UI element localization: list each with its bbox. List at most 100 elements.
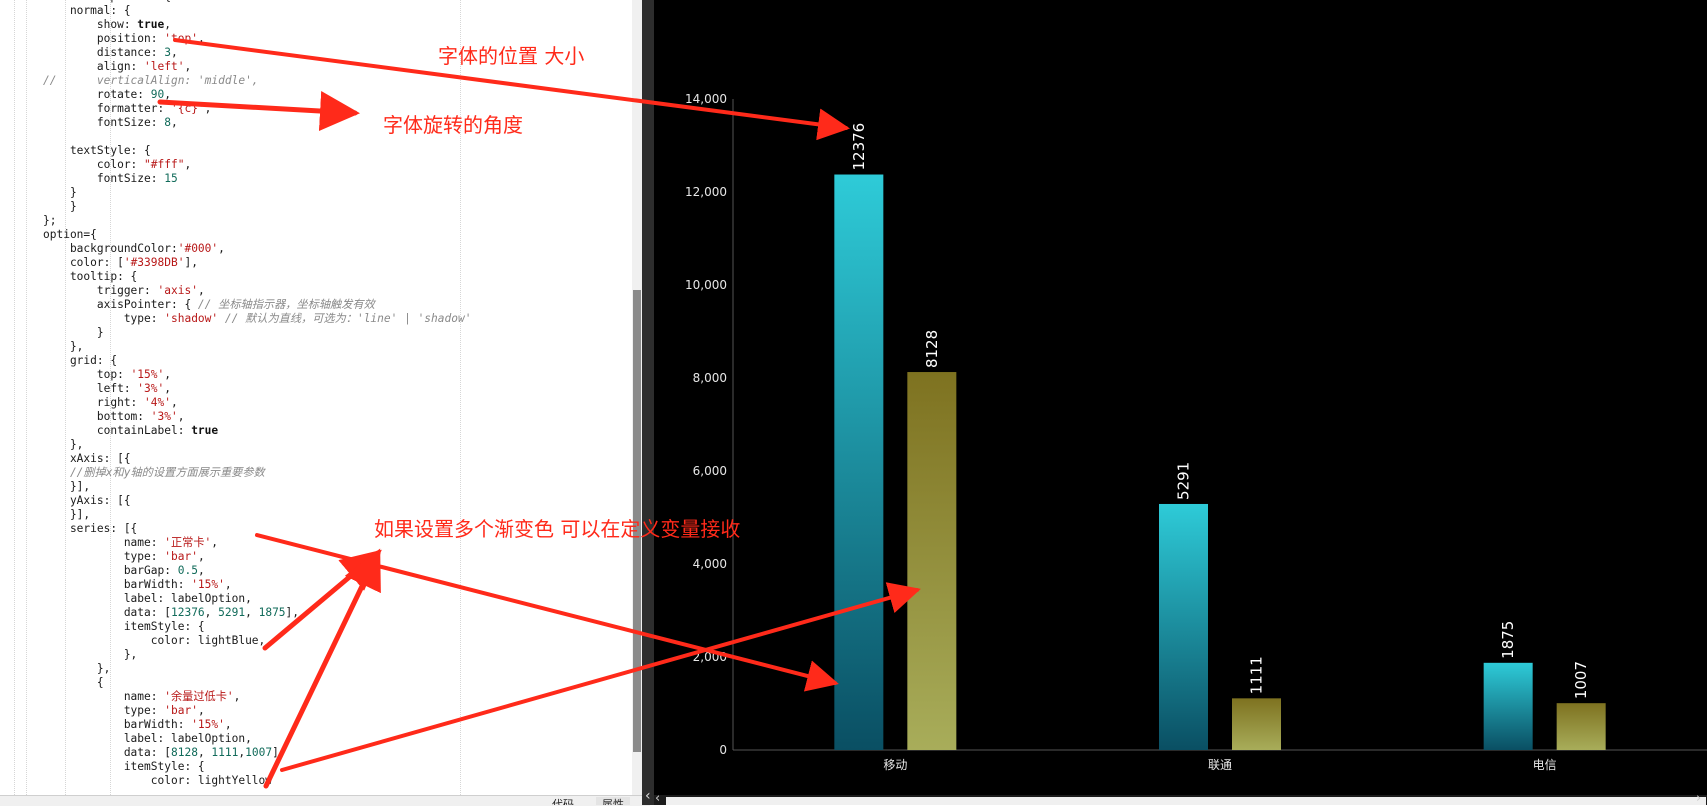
code-token: , <box>218 242 225 255</box>
code-line: top: '15%', <box>43 368 471 382</box>
editor-vertical-scrollbar[interactable] <box>632 0 642 795</box>
code-token: ], <box>272 746 286 759</box>
code-token: type: <box>43 550 165 563</box>
x-category-label: 电信 <box>1533 758 1557 772</box>
annotation-rotate-note: 字体旋转的角度 <box>383 113 523 137</box>
pane-divider[interactable] <box>642 0 654 805</box>
code-token: true <box>191 424 219 437</box>
code-token: // 坐标轴指示器，坐标轴触发有效 <box>197 298 375 311</box>
code-line: itemStyle: { <box>43 760 471 774</box>
code-token: position: <box>43 32 165 45</box>
code-token: 3 <box>164 46 171 59</box>
code-line: trigger: 'axis', <box>43 284 471 298</box>
code-token: yAxis: [{ <box>43 494 131 507</box>
code-token: itemStyle: { <box>43 620 205 633</box>
y-tick-label: 4,000 <box>693 557 727 571</box>
code-token: 0.5 <box>177 564 198 577</box>
code-line: textStyle: { <box>43 144 471 158</box>
code-token: textStyle: { <box>43 144 151 157</box>
code-token: 'bar' <box>164 704 198 717</box>
code-token: , <box>197 284 205 297</box>
code-token: '15%' <box>191 578 225 591</box>
code-line: show: true, <box>43 18 471 32</box>
code-token: 'left' <box>144 60 185 73</box>
chevron-left-icon[interactable]: ‹ <box>645 789 651 803</box>
code-token: data: [ <box>43 606 171 619</box>
code-token: , <box>224 578 232 591</box>
code-token: color: lightYellow <box>43 774 273 787</box>
y-tick-label: 0 <box>719 743 727 757</box>
code-token: '3%' <box>137 382 165 395</box>
code-line: data: [8128, 1111,1007], <box>43 746 471 760</box>
code-line: barWidth: '15%', <box>43 718 471 732</box>
bar-value-label: 1875 <box>1499 621 1517 659</box>
code-token: , <box>171 116 178 129</box>
code-token: align: <box>43 60 145 73</box>
code-token: containLabel: <box>43 424 192 437</box>
code-token: , <box>204 606 219 619</box>
code-line: label: labelOption, <box>43 732 471 746</box>
code-token: 8 <box>164 116 171 129</box>
code-token: left: <box>43 382 138 395</box>
code-line: }, <box>43 438 471 452</box>
code-token: trigger: <box>43 284 158 297</box>
code-token: }], <box>43 480 91 493</box>
bar-value-label: 5291 <box>1175 462 1193 500</box>
code-token: '正常卡' <box>164 536 212 549</box>
x-category-label: 移动 <box>883 758 907 772</box>
code-token: option={ <box>43 228 97 241</box>
code-line: label: labelOption, <box>43 592 471 606</box>
code-line: left: '3%', <box>43 382 471 396</box>
bar-chart: 0 2,000 4,000 6,000 8,000 10,000 12,000 14,000 1… <box>685 92 1707 772</box>
chevron-left-icon[interactable]: ‹ <box>655 792 660 805</box>
code-token: distance: <box>43 46 165 59</box>
code-token: , <box>197 746 212 759</box>
code-line: containLabel: true <box>43 424 471 438</box>
code-token: color: <box>43 158 145 171</box>
code-line: type: 'bar', <box>43 704 471 718</box>
code-line: }, <box>43 340 471 354</box>
code-token: name: <box>43 536 165 549</box>
code-line: data: [12376, 5291, 1875], <box>43 606 471 620</box>
code-token: 1875 <box>258 606 286 619</box>
code-token: label: labelOption, <box>43 732 252 745</box>
code-token: '余量过低卡' <box>164 690 234 703</box>
code-line: } <box>43 200 471 214</box>
code-token: var labelOption = { <box>43 0 171 3</box>
code-line: yAxis: [{ <box>43 494 471 508</box>
code-token: true <box>137 18 165 31</box>
code-line: // verticalAlign: 'middle', <box>43 74 471 88</box>
code-token: data: [ <box>43 746 171 759</box>
tab-properties[interactable]: 属性 <box>596 797 630 805</box>
code-token: fontSize: <box>43 172 165 185</box>
code-token: ], <box>285 606 300 619</box>
code-line: align: 'left', <box>43 60 471 74</box>
code-token: , <box>164 368 171 381</box>
code-token: backgroundColor: <box>43 242 178 255</box>
chevron-right-icon[interactable]: › <box>1696 792 1701 805</box>
y-tick-label: 8,000 <box>693 371 727 385</box>
bar <box>907 372 957 750</box>
code-token: normal: { <box>43 4 131 17</box>
code-token: , <box>197 32 205 45</box>
code-token: 1007 <box>245 746 273 759</box>
code-line: bottom: '3%', <box>43 410 471 424</box>
code-token: }, <box>43 662 111 675</box>
code-token: name: <box>43 690 165 703</box>
code-token: label: labelOption, <box>43 592 252 605</box>
tab-code[interactable]: 代码 <box>546 797 580 805</box>
code-line: }, <box>43 662 471 676</box>
code-token: , <box>184 60 192 73</box>
code-token: type: <box>43 312 165 325</box>
code-token: , <box>224 718 232 731</box>
chart-scroll-thumb[interactable] <box>666 797 1706 805</box>
code-editor[interactable]: var labelOption = { normal: { show: true… <box>0 0 632 795</box>
code-line: itemStyle: { <box>43 620 471 634</box>
bar <box>1159 503 1208 750</box>
code-token: 90 <box>150 88 165 101</box>
code-line: option={ <box>43 228 471 242</box>
code-line: color: lightYellow <box>43 774 471 788</box>
code-line: } <box>43 186 471 200</box>
y-tick-label: 14,000 <box>685 92 727 106</box>
code-line: distance: 3, <box>43 46 471 60</box>
